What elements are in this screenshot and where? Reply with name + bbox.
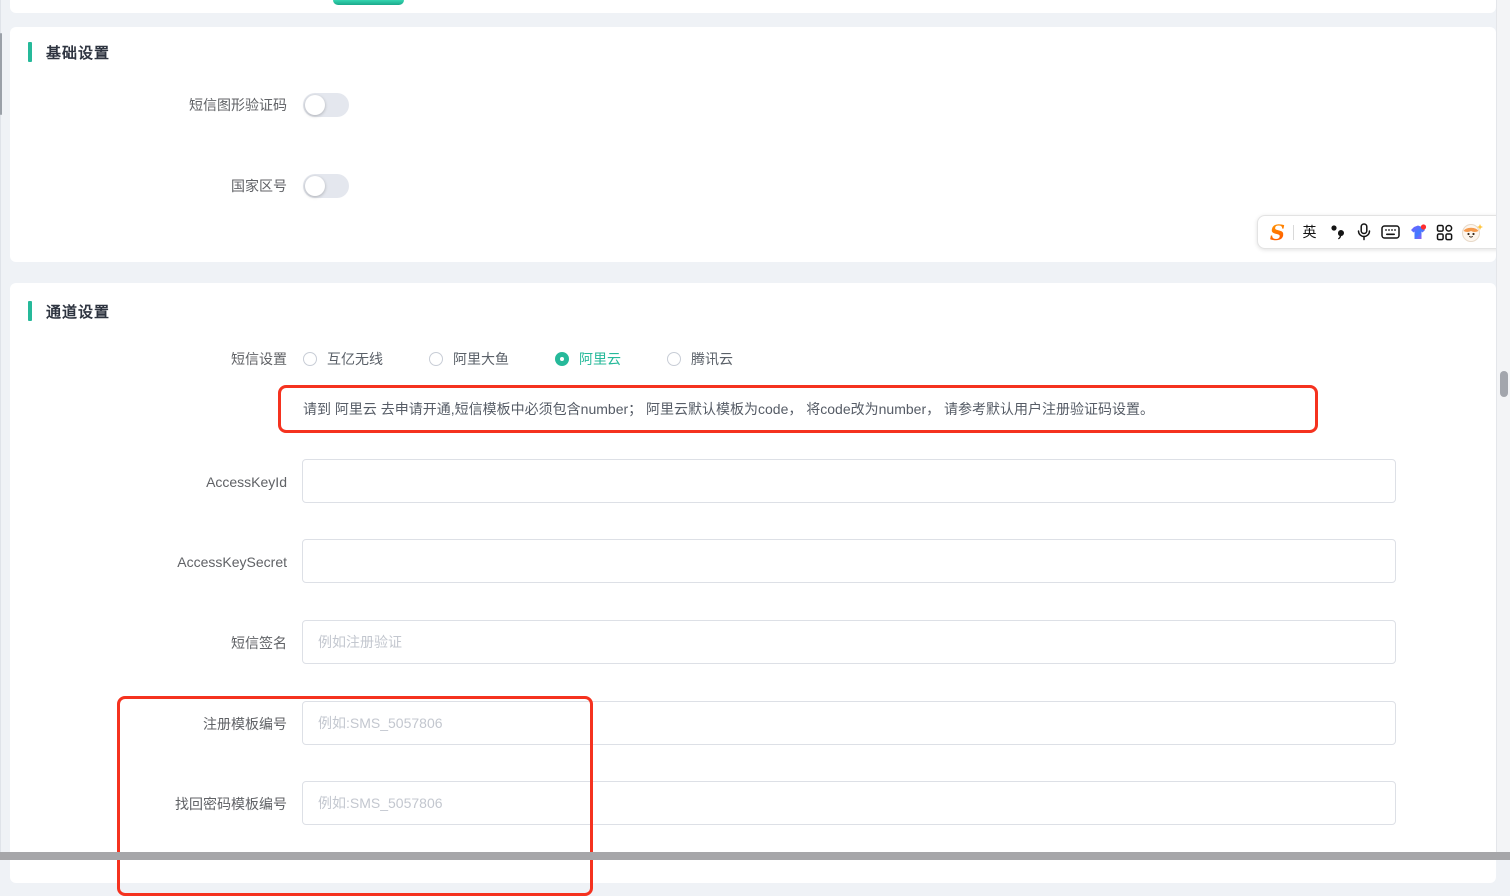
radio-ali-dayu[interactable]: 阿里大鱼 (429, 349, 509, 369)
radio-aliyun[interactable]: 阿里云 (555, 349, 621, 369)
english-mode-icon[interactable]: 英 (1296, 219, 1323, 245)
radio-huyi-wireless[interactable]: 互亿无线 (303, 349, 383, 369)
radio-label: 腾讯云 (691, 349, 733, 369)
section-accent-bar (28, 42, 32, 62)
keyboard-icon[interactable] (1377, 219, 1404, 245)
basic-settings-header: 基础设置 (28, 41, 110, 63)
radio-label: 阿里大鱼 (453, 349, 509, 369)
sms-captcha-toggle-label: 短信图形验证码 (0, 93, 287, 117)
basic-settings-title: 基础设置 (46, 42, 110, 63)
ime-separator (1293, 225, 1294, 240)
toggle-knob (305, 176, 325, 196)
sms-signature-label: 短信签名 (0, 631, 287, 655)
sms-captcha-toggle[interactable] (303, 93, 349, 117)
sms-provider-radio-group: 互亿无线 阿里大鱼 阿里云 腾讯云 (303, 347, 779, 371)
register-template-label: 注册模板编号 (0, 712, 287, 736)
section-accent-bar (28, 301, 32, 321)
radio-tencent-cloud[interactable]: 腾讯云 (667, 349, 733, 369)
sogou-logo-icon[interactable]: S (1264, 219, 1291, 245)
accesskeysecret-input[interactable] (302, 539, 1396, 583)
radio-circle (303, 352, 317, 366)
punctuation-icon[interactable] (1323, 219, 1350, 245)
microphone-icon[interactable] (1350, 219, 1377, 245)
radio-label: 阿里云 (579, 349, 621, 369)
channel-settings-header: 通道设置 (28, 300, 110, 322)
horizontal-scrollbar[interactable] (0, 852, 1510, 860)
toolbox-grid-icon[interactable] (1431, 219, 1458, 245)
card-top-partial (10, 0, 1496, 13)
radio-circle (429, 352, 443, 366)
country-code-toggle[interactable] (303, 174, 349, 198)
password-recovery-template-label: 找回密码模板编号 (0, 792, 287, 816)
toggle-knob (305, 95, 325, 115)
vertical-scrollbar-track[interactable] (1496, 0, 1510, 860)
accesskeyid-input[interactable] (302, 459, 1396, 503)
radio-circle (555, 352, 569, 366)
sogou-ime-toolbar: S 英 (1257, 215, 1510, 249)
ai-assistant-icon[interactable] (1458, 219, 1485, 245)
accesskeysecret-label: AccessKeySecret (0, 550, 287, 574)
partial-green-button[interactable] (333, 0, 404, 5)
vertical-scrollbar-thumb[interactable] (1500, 371, 1508, 397)
password-recovery-template-input[interactable] (302, 781, 1396, 825)
radio-circle (667, 352, 681, 366)
aliyun-notice-text: 请到 阿里云 去申请开通,短信模板中必须包含number； 阿里云默认模板为co… (303, 386, 1303, 432)
country-code-toggle-label: 国家区号 (0, 174, 287, 198)
skin-icon[interactable] (1404, 219, 1431, 245)
sms-signature-input[interactable] (302, 620, 1396, 664)
channel-settings-title: 通道设置 (46, 301, 110, 322)
register-template-input[interactable] (302, 701, 1396, 745)
sms-provider-group-label: 短信设置 (0, 347, 287, 371)
accesskeyid-label: AccessKeyId (0, 470, 287, 494)
radio-label: 互亿无线 (327, 349, 383, 369)
